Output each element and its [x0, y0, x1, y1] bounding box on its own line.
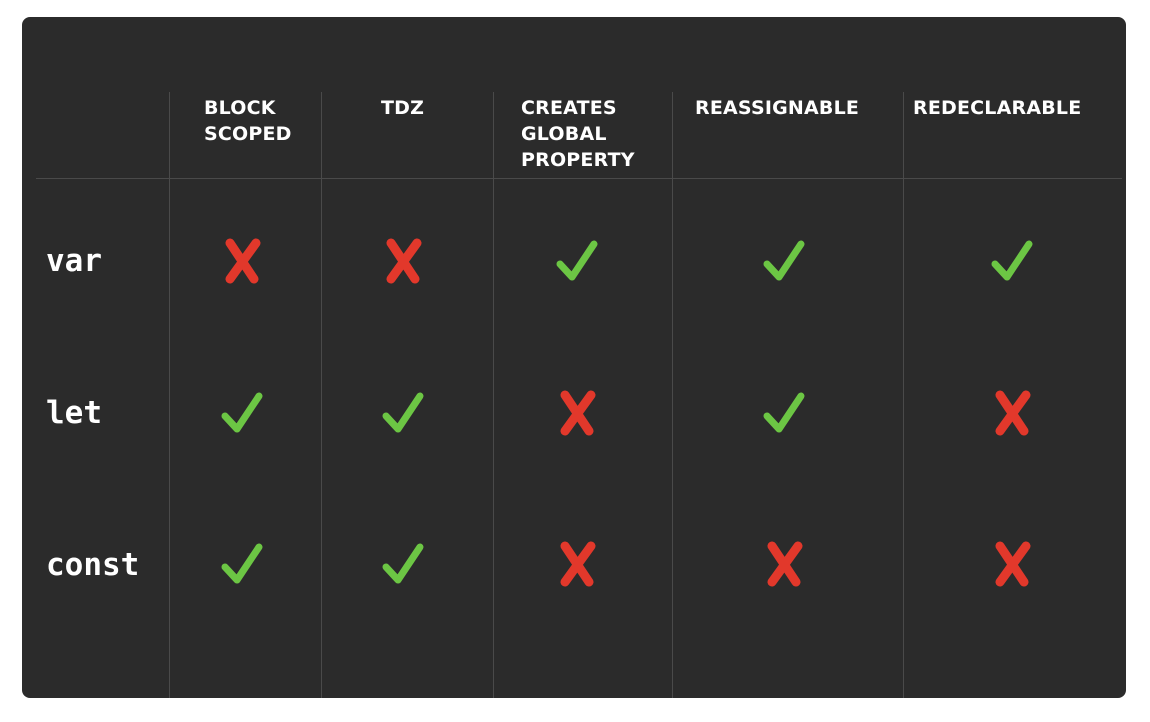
cross-icon — [555, 540, 599, 588]
column-divider — [672, 92, 673, 698]
check-icon — [381, 540, 425, 588]
check-icon — [555, 237, 599, 285]
check-icon — [990, 237, 1034, 285]
column-header-tdz: TDZ — [381, 97, 425, 119]
header-divider — [36, 178, 1122, 179]
column-header-creates-global-property: CREATES GLOBAL PROPERTY — [521, 97, 635, 171]
check-icon — [381, 389, 425, 437]
column-divider — [321, 92, 322, 698]
check-icon — [220, 389, 264, 437]
column-header-reassignable: REASSIGNABLE — [695, 97, 860, 119]
cross-icon — [381, 237, 425, 285]
row-label-let: let — [46, 395, 102, 431]
row-label-var: var — [46, 243, 102, 279]
cross-icon — [220, 237, 264, 285]
column-divider — [903, 92, 904, 698]
cross-icon — [990, 540, 1034, 588]
column-header-block-scoped: BLOCK SCOPED — [204, 97, 292, 145]
comparison-table: BLOCK SCOPED TDZ CREATES GLOBAL PROPERTY… — [22, 17, 1126, 698]
column-header-redeclarable: REDECLARABLE — [913, 97, 1082, 119]
row-label-const: const — [46, 547, 140, 583]
column-divider — [493, 92, 494, 698]
check-icon — [762, 389, 806, 437]
check-icon — [762, 237, 806, 285]
cross-icon — [990, 389, 1034, 437]
cross-icon — [555, 389, 599, 437]
cross-icon — [762, 540, 806, 588]
check-icon — [220, 540, 264, 588]
column-divider — [169, 92, 170, 698]
